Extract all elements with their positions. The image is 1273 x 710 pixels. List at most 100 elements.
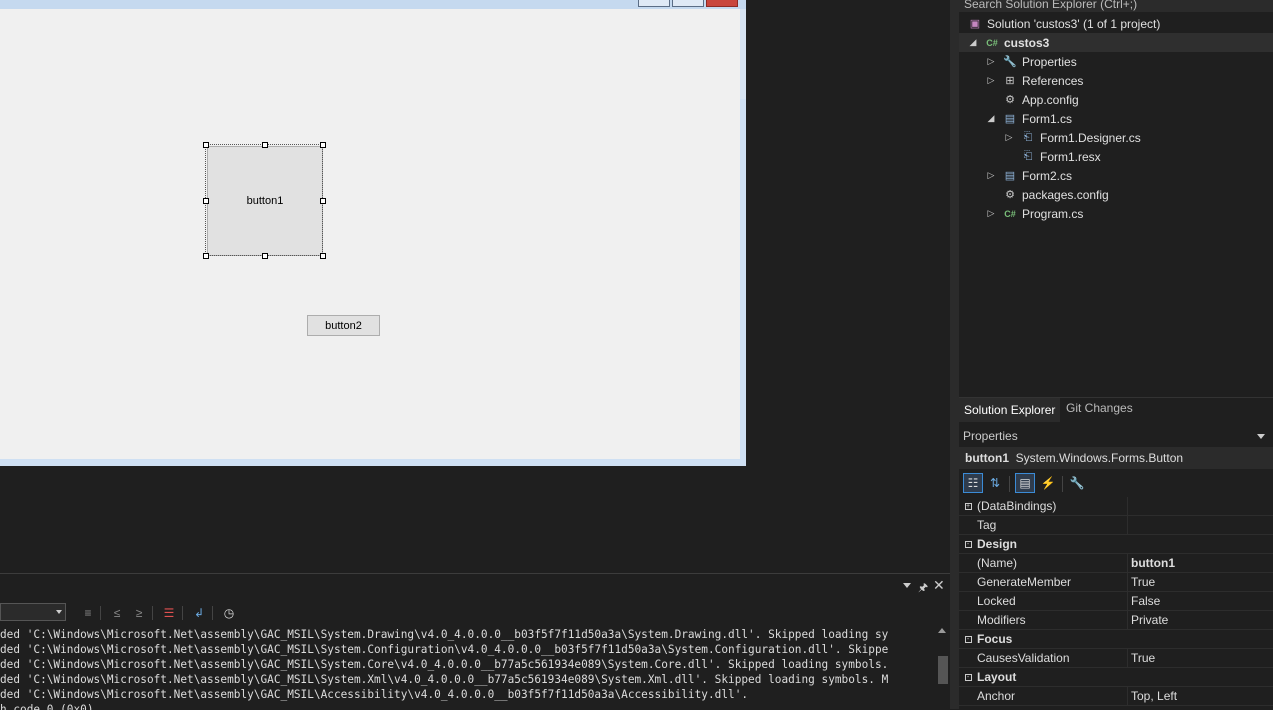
prop-row-generatemember[interactable]: GenerateMember True [959,572,1273,592]
object-type: System.Windows.Forms.Button [1015,451,1184,465]
prop-row-tag[interactable]: Tag [959,515,1273,535]
property-pages-icon[interactable]: 🔧 [1067,473,1087,493]
prop-value[interactable]: True [1127,648,1273,668]
object-selector[interactable]: button1 System.Windows.Forms.Button [959,447,1273,469]
collapsed-icon[interactable]: ▷ [986,75,996,86]
tree-item-program[interactable]: ▷ C# Program.cs [959,204,1273,223]
events-icon[interactable]: ⚡ [1038,473,1058,493]
maximize-button[interactable] [672,0,704,7]
solution-icon: ▣ [969,18,981,30]
resize-handle-se[interactable] [320,253,326,259]
category-design[interactable]: - Design [959,535,1273,554]
alphabetical-icon[interactable]: ⇅ [985,473,1005,493]
resize-handle-nw[interactable] [203,142,209,148]
button2-control[interactable]: button2 [307,315,380,336]
clear-all-icon[interactable]: ☰ [160,604,178,622]
scroll-up-icon[interactable] [938,628,946,633]
output-source-select[interactable] [0,603,66,621]
tree-item-app-config[interactable]: ⚙ App.config [959,90,1273,109]
collapsed-icon[interactable]: ▷ [1004,132,1014,143]
panel-splitter[interactable] [950,0,959,709]
chevron-down-icon [56,610,62,614]
tree-item-packages-config[interactable]: ⚙ packages.config [959,185,1273,204]
toolbar-separator [182,606,183,620]
toolbar-separator [100,606,101,620]
output-panel: 🖈 ✕ ≡ ≤ ≥ ☰ ↲ ◷ ded 'C:\Windows\Microsof… [0,573,950,710]
find-message-icon[interactable]: ≡ [79,604,97,622]
tree-item-solution[interactable]: ▣ Solution 'custos3' (1 of 1 project) [959,14,1273,33]
tree-item-label: Form1.cs [1022,111,1073,126]
tree-item-label: Form2.cs [1022,168,1073,183]
log-line: ded 'C:\Windows\Microsoft.Net\assembly\G… [0,673,889,686]
collapse-icon[interactable]: - [964,635,972,643]
resize-handle-ne[interactable] [320,142,326,148]
collapse-icon[interactable]: - [964,540,972,548]
tree-item-form1-designer[interactable]: ▷ ⎗ Form1.Designer.cs [959,128,1273,147]
word-wrap-icon[interactable]: ↲ [190,604,208,622]
clock-icon[interactable]: ◷ [220,604,238,622]
properties-icon[interactable]: ▤ [1015,473,1035,493]
collapsed-icon[interactable]: ▷ [986,56,996,67]
prop-row-causesvalidation[interactable]: CausesValidation True [959,648,1273,668]
expanded-icon[interactable]: ◢ [968,37,978,48]
tree-item-form1-resx[interactable]: ⎗ Form1.resx [959,147,1273,166]
prop-value[interactable]: button1 [1127,553,1273,573]
resize-handle-e[interactable] [320,198,326,204]
csharp-project-icon: C# [986,37,998,48]
prop-row-modifiers[interactable]: Modifiers Private [959,610,1273,630]
tree-item-label: Form1.resx [1040,149,1101,164]
solution-search-input[interactable]: Search Solution Explorer (Ctrl+;) [959,0,1273,12]
tree-item-project[interactable]: ◢ C# custos3 [959,33,1273,52]
category-focus[interactable]: - Focus [959,630,1273,649]
prop-value[interactable]: True [1127,572,1273,592]
next-message-icon[interactable]: ≥ [130,604,148,622]
log-line: ded 'C:\Windows\Microsoft.Net\assembly\G… [0,628,889,641]
tree-item-form1[interactable]: ◢ ▤ Form1.cs [959,109,1273,128]
tab-git-changes[interactable]: Git Changes [1061,398,1138,420]
prop-row-databindings[interactable]: + (DataBindings) [959,496,1273,516]
properties-title: Properties [959,425,1273,447]
dropdown-icon[interactable] [903,583,911,588]
button1-control[interactable]: button1 [207,146,323,256]
tree-item-label: packages.config [1022,187,1109,202]
pin-icon[interactable]: 🖈 [918,579,928,598]
collapsed-icon[interactable]: ▷ [986,170,996,181]
file-icon: ⎗ [1023,131,1033,143]
scroll-thumb[interactable] [938,656,948,684]
resize-handle-w[interactable] [203,198,209,204]
form-icon: ▤ [1004,113,1016,125]
close-panel-icon[interactable]: ✕ [933,577,945,594]
resize-handle-sw[interactable] [203,253,209,259]
prop-value[interactable]: Private [1127,610,1273,630]
resize-handle-s[interactable] [262,253,268,259]
tree-item-form2[interactable]: ▷ ▤ Form2.cs [959,166,1273,185]
config-file-icon: ⚙ [1005,189,1015,201]
toolbar-separator [1009,476,1010,492]
tab-solution-explorer[interactable]: Solution Explorer [959,398,1061,422]
collapsed-icon[interactable]: ▷ [986,208,996,219]
tree-item-references[interactable]: ▷ ⊞ References [959,71,1273,90]
expand-icon[interactable]: + [964,502,972,510]
tree-item-properties[interactable]: ▷ 🔧 Properties [959,52,1273,71]
previous-message-icon[interactable]: ≤ [108,604,126,622]
category-layout[interactable]: - Layout [959,668,1273,687]
log-line: ded 'C:\Windows\Microsoft.Net\assembly\G… [0,643,889,656]
resize-handle-n[interactable] [262,142,268,148]
prop-value[interactable]: False [1127,591,1273,611]
designer-surface: button1 button2 [0,0,950,572]
form-client-area[interactable]: button1 button2 [0,9,740,459]
prop-value[interactable]: Top, Left [1127,686,1273,706]
toolbar-separator [1062,476,1063,492]
dropdown-icon[interactable] [1257,434,1265,439]
output-log[interactable]: ded 'C:\Windows\Microsoft.Net\assembly\G… [0,627,934,710]
expanded-icon[interactable]: ◢ [986,113,996,124]
prop-row-locked[interactable]: Locked False [959,591,1273,611]
wrench-icon: 🔧 [1003,56,1017,68]
collapse-icon[interactable]: - [964,673,972,681]
prop-row-name[interactable]: (Name) button1 [959,553,1273,573]
minimize-button[interactable] [638,0,670,7]
object-name: button1 [965,451,1009,465]
close-button[interactable] [706,0,738,7]
prop-row-anchor[interactable]: Anchor Top, Left [959,686,1273,706]
categorized-icon[interactable]: ☷ [963,473,983,493]
